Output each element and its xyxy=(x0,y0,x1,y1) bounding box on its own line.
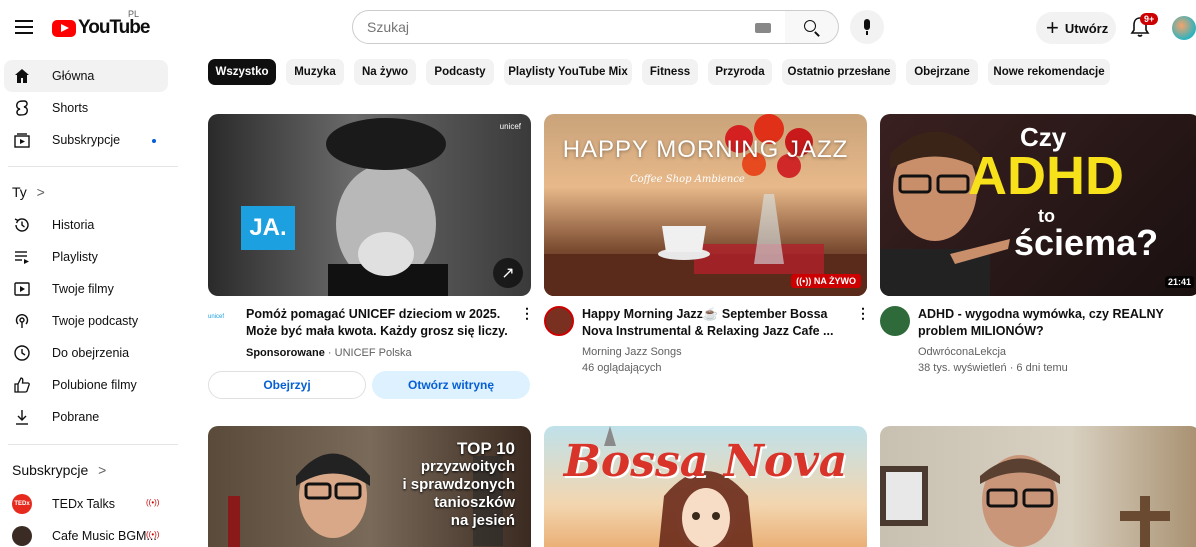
download-icon xyxy=(12,407,32,427)
sidebar-item-playlists[interactable]: Playlisty xyxy=(4,241,168,273)
sidebar-item-your-videos[interactable]: Twoje filmy xyxy=(4,273,168,305)
video-duration: 21:41 xyxy=(1164,276,1194,288)
channel-name[interactable]: OdwróconaLekcja xyxy=(918,344,1068,360)
unicef-logo: unicef xyxy=(499,122,521,131)
history-icon xyxy=(12,215,32,235)
account-avatar[interactable] xyxy=(1172,16,1196,40)
sidebar-sub-tedx-talks[interactable]: TEDx TEDx Talks xyxy=(4,488,168,520)
chip-nature[interactable]: Przyroda xyxy=(708,59,772,85)
create-button[interactable]: + Utwórz xyxy=(1036,12,1116,44)
sidebar-item-shorts[interactable]: Shorts xyxy=(4,92,168,124)
more-options-icon[interactable]: ⋮ xyxy=(856,305,870,322)
chevron-right-icon: > xyxy=(36,184,45,200)
tedx-avatar: TEDx xyxy=(12,494,32,514)
sidebar-item-home[interactable]: Główna xyxy=(4,60,168,92)
chip-youtube-mix[interactable]: Playlisty YouTube Mix xyxy=(504,59,632,85)
live-indicator-icon: ((•)) xyxy=(146,498,160,507)
external-link-icon[interactable]: ↗ xyxy=(493,258,523,288)
more-options-icon[interactable]: ⋮ xyxy=(520,305,534,322)
video-title[interactable]: Happy Morning Jazz☕ September Bossa Nova… xyxy=(582,306,833,340)
menu-icon[interactable] xyxy=(12,16,36,40)
sidebar-item-liked-videos[interactable]: Polubione filmy xyxy=(4,369,168,401)
chip-all[interactable]: Wszystko xyxy=(208,59,276,85)
chip-music[interactable]: Muzyka xyxy=(286,59,344,85)
home-icon xyxy=(12,66,32,86)
video-thumbnail-top10[interactable]: TOP 10 przyzwoitych i sprawdzonych tanio… xyxy=(208,426,531,547)
video-thumbnail-unicef[interactable]: JA. unicef ↗ xyxy=(208,114,531,296)
video-thumbnail-jazz[interactable]: HAPPY MORNING JAZZ Coffee Shop Ambience … xyxy=(544,114,867,296)
thumbnail-presenter xyxy=(880,455,1170,547)
live-icon: ((•)) xyxy=(796,276,812,286)
chip-new-recommendations[interactable]: Nowe rekomendacje xyxy=(988,59,1110,85)
subscriptions-icon xyxy=(12,130,32,150)
voice-search-icon[interactable] xyxy=(850,10,884,44)
thumbnail-top10-text: TOP 10 przyzwoitych i sprawdzonych tanio… xyxy=(402,439,515,530)
thumbnail-text-adhd: ADHD xyxy=(968,146,1124,206)
you-section-heading[interactable]: Ty > xyxy=(12,184,45,200)
sidebar-sub-cafe-music-bgm[interactable]: Cafe Music BGM... xyxy=(4,520,168,547)
thumbnail-ja-badge: JA. xyxy=(241,206,295,250)
viewer-count: 46 oglądających xyxy=(582,362,662,374)
live-indicator-icon: ((•)) xyxy=(146,530,160,539)
search-input[interactable] xyxy=(353,11,733,43)
new-content-dot xyxy=(152,139,156,143)
video-sponsor-meta: Sponsorowane · UNICEF Polska xyxy=(246,347,412,359)
sidebar-item-watch-later[interactable]: Do obejrzenia xyxy=(4,337,168,369)
chip-fitness[interactable]: Fitness xyxy=(642,59,698,85)
channel-avatar-odwrocona-lekcja[interactable] xyxy=(880,306,910,336)
video-meta: Morning Jazz Songs 46 oglądających xyxy=(582,344,682,376)
search-icon xyxy=(804,20,816,32)
chip-watched[interactable]: Obejrzane xyxy=(906,59,978,85)
live-badge: ((•)) NA ŻYWO xyxy=(791,274,861,288)
youtube-play-icon xyxy=(52,19,76,37)
chip-recently-uploaded[interactable]: Ostatnio przesłane xyxy=(782,59,896,85)
thumbnail-portrait xyxy=(326,118,448,296)
chip-podcasts[interactable]: Podcasty xyxy=(426,59,494,85)
notifications-badge: 9+ xyxy=(1140,13,1159,25)
keyboard-icon[interactable] xyxy=(755,23,771,33)
podcast-icon xyxy=(12,311,32,331)
video-thumbnail-bossa-nova[interactable]: Bossa Nova xyxy=(544,426,867,547)
channel-avatar-morning-jazz[interactable] xyxy=(544,306,574,336)
thumbnail-bossa-nova-text: Bossa Nova xyxy=(563,436,848,487)
thumbnail-script-text: Coffee Shop Ambience xyxy=(630,174,745,185)
video-thumbnail-presenter[interactable] xyxy=(880,426,1196,547)
unicef-channel-logo: unicef xyxy=(208,314,225,320)
sidebar-item-downloads[interactable]: Pobrane xyxy=(4,401,168,433)
search-button[interactable] xyxy=(785,10,839,44)
thumbnail-text-sciema: ściema? xyxy=(1014,222,1159,263)
sidebar-item-history[interactable]: Historia xyxy=(4,209,168,241)
divider xyxy=(8,166,178,167)
youtube-logo[interactable]: YouTube xyxy=(52,16,150,40)
country-code: PL xyxy=(128,9,140,19)
open-website-button[interactable]: Otwórz witrynę xyxy=(372,371,530,399)
playlist-icon xyxy=(12,247,32,267)
view-stats: 38 tys. wyświetleń · 6 dni temu xyxy=(918,362,1068,374)
your-videos-icon xyxy=(12,279,32,299)
watch-later-icon xyxy=(12,343,32,363)
thumbnail-title-text: HAPPY MORNING JAZZ xyxy=(562,136,849,163)
video-thumbnail-adhd[interactable]: Czy ADHD to ściema? 21:41 xyxy=(880,114,1196,296)
cafe-music-avatar xyxy=(12,526,32,546)
video-title[interactable]: Pomóż pomagać UNICEF dzieciom w 2025. Mo… xyxy=(246,306,508,340)
divider xyxy=(8,444,178,445)
chevron-right-icon: > xyxy=(98,462,107,478)
shorts-icon xyxy=(12,98,32,118)
top-bar: YouTube PL + Utwórz 9+ xyxy=(0,0,1196,56)
video-title[interactable]: ADHD - wygodna wymówka, czy REALNY probl… xyxy=(918,306,1164,340)
video-meta: OdwróconaLekcja 38 tys. wyświetleń · 6 d… xyxy=(918,344,1068,376)
channel-name[interactable]: Morning Jazz Songs xyxy=(582,344,682,360)
search-box xyxy=(352,10,786,44)
chip-live[interactable]: Na żywo xyxy=(354,59,416,85)
sidebar-item-your-podcasts[interactable]: Twoje podcasty xyxy=(4,305,168,337)
like-icon xyxy=(12,375,32,395)
sidebar-item-subscriptions[interactable]: Subskrypcje xyxy=(4,124,168,156)
subscriptions-section-heading[interactable]: Subskrypcje > xyxy=(12,462,106,478)
plus-icon: + xyxy=(1046,15,1059,40)
watch-button[interactable]: Obejrzyj xyxy=(208,371,366,399)
